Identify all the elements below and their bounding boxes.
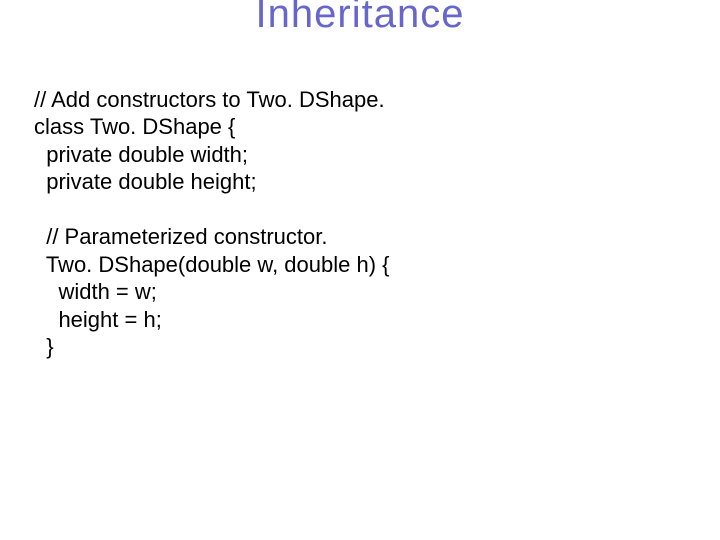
- code-line: Two. DShape(double w, double h) {: [34, 252, 390, 277]
- code-line: width = w;: [34, 279, 157, 304]
- code-block: // Add constructors to Two. DShape. clas…: [34, 58, 390, 361]
- code-line: private double height;: [34, 169, 257, 194]
- code-line: height = h;: [34, 307, 162, 332]
- page-title: Inheritance: [0, 0, 720, 37]
- code-line: // Add constructors to Two. DShape.: [34, 87, 385, 112]
- slide: Inheritance // Add constructors to Two. …: [0, 0, 720, 540]
- code-line: }: [34, 334, 54, 359]
- code-line: // Parameterized constructor.: [34, 224, 327, 249]
- code-line: class Two. DShape {: [34, 114, 235, 139]
- code-line: private double width;: [34, 142, 248, 167]
